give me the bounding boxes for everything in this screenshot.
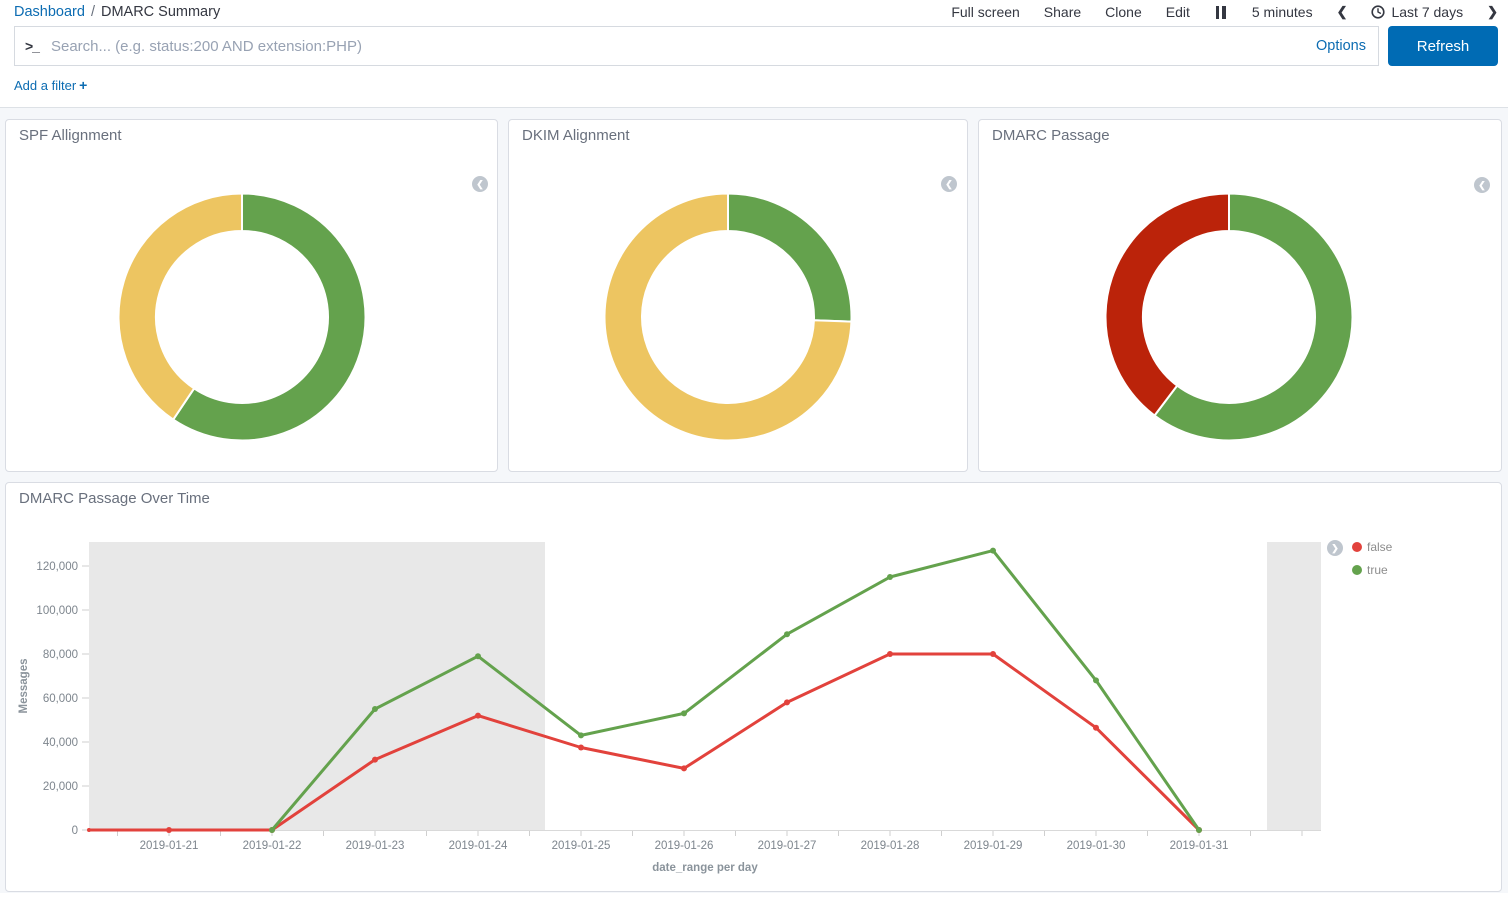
data-point-false[interactable] — [475, 713, 481, 719]
x-tick-label: 2019-01-23 — [346, 840, 405, 852]
legend-toggle-button[interactable]: ❯ — [1327, 540, 1343, 556]
panel-title: DKIM Alignment — [522, 127, 630, 144]
data-point-true[interactable] — [681, 710, 687, 716]
nav-share-button[interactable]: Share — [1044, 4, 1081, 20]
time-range-label: Last 7 days — [1391, 4, 1463, 20]
data-point-true[interactable] — [475, 653, 481, 659]
y-tick-label: 60,000 — [43, 693, 78, 705]
dashboard-grid: SPF Allignment ❮ DKIM Alignment ❮ DMARC … — [0, 107, 1508, 893]
add-filter-link[interactable]: Add a filter+ — [14, 77, 87, 93]
x-tick-label: 2019-01-29 — [964, 840, 1023, 852]
plus-icon: + — [79, 77, 87, 93]
data-point-true[interactable] — [578, 732, 584, 738]
nav-edit-button[interactable]: Edit — [1166, 4, 1190, 20]
legend-toggle-button[interactable]: ❮ — [941, 176, 957, 192]
panel-dkim-alignment: DKIM Alignment ❮ — [508, 119, 968, 472]
data-point-false[interactable] — [372, 757, 378, 763]
data-point-false[interactable] — [681, 765, 687, 771]
data-point-false[interactable] — [1093, 725, 1099, 731]
data-point-false[interactable] — [166, 827, 172, 833]
nav-full-screen-button[interactable]: Full screen — [951, 4, 1019, 20]
legend-toggle-button[interactable]: ❮ — [1474, 177, 1490, 193]
y-tick-label: 0 — [72, 825, 78, 837]
y-tick-label: 80,000 — [43, 649, 78, 661]
nav-clone-button[interactable]: Clone — [1105, 4, 1142, 20]
data-point-false[interactable] — [784, 699, 790, 705]
data-point-true[interactable] — [887, 574, 893, 580]
donut-slice-red[interactable] — [1106, 194, 1230, 416]
x-tick-label: 2019-01-26 — [655, 840, 714, 852]
data-point-true[interactable] — [1196, 827, 1202, 833]
page-title: DMARC Summary — [101, 4, 220, 20]
time-prev-button[interactable]: ❮ — [1337, 4, 1348, 20]
search-input[interactable] — [51, 38, 1316, 55]
legend-toggle-button[interactable]: ❮ — [472, 176, 488, 192]
dkim-donut-chart[interactable] — [603, 192, 853, 442]
y-tick-label: 40,000 — [43, 737, 78, 749]
time-next-button[interactable]: ❯ — [1487, 4, 1498, 20]
endzone-band — [89, 542, 545, 830]
chart-legend: false true — [1352, 540, 1392, 577]
dmarc-donut-chart[interactable] — [1104, 192, 1354, 442]
legend-item-false[interactable]: false — [1352, 540, 1392, 554]
options-link[interactable]: Options — [1316, 38, 1366, 54]
legend-dot-icon — [1352, 542, 1362, 552]
time-range-button[interactable]: Last 7 days — [1371, 4, 1463, 20]
panel-title: SPF Allignment — [19, 127, 122, 144]
x-tick-label: 2019-01-22 — [243, 840, 302, 852]
search-bar: >_ Options — [14, 26, 1379, 66]
filter-bar: Add a filter+ — [0, 68, 1508, 107]
data-point-true[interactable] — [1093, 677, 1099, 683]
data-point-false[interactable] — [887, 651, 893, 657]
panel-spf-alignment: SPF Allignment ❮ — [5, 119, 498, 472]
refresh-button[interactable]: Refresh — [1388, 26, 1498, 66]
spf-donut-chart[interactable] — [117, 192, 367, 442]
panel-dmarc-passage-over-time: DMARC Passage Over Time 020,00040,00060,… — [5, 482, 1502, 892]
y-axis-title: Messages — [18, 659, 30, 714]
donut-slice-green[interactable] — [728, 194, 852, 322]
data-point-false[interactable] — [990, 651, 996, 657]
data-point-false[interactable] — [578, 745, 584, 751]
x-axis-title: date_range per day — [652, 862, 758, 874]
pause-button[interactable] — [1214, 4, 1228, 21]
x-tick-label: 2019-01-21 — [140, 840, 199, 852]
panel-title: DMARC Passage — [992, 127, 1110, 144]
x-tick-label: 2019-01-31 — [1170, 840, 1229, 852]
x-tick-label: 2019-01-27 — [758, 840, 817, 852]
x-tick-label: 2019-01-28 — [861, 840, 920, 852]
y-tick-label: 20,000 — [43, 781, 78, 793]
data-point-true[interactable] — [372, 706, 378, 712]
donut-slice-yellow[interactable] — [119, 194, 242, 420]
breadcrumb: Dashboard / DMARC Summary — [14, 4, 220, 20]
breadcrumb-dashboard-link[interactable]: Dashboard — [14, 4, 85, 20]
data-point-true[interactable] — [784, 631, 790, 637]
breadcrumb-separator: / — [91, 4, 95, 20]
legend-label: false — [1367, 540, 1392, 554]
panel-dmarc-passage: DMARC Passage ❮ — [978, 119, 1502, 472]
x-tick-label: 2019-01-24 — [449, 840, 508, 852]
data-point-true[interactable] — [990, 548, 996, 554]
y-tick-label: 100,000 — [36, 605, 78, 617]
x-tick-label: 2019-01-25 — [552, 840, 611, 852]
data-point-false[interactable] — [87, 828, 91, 832]
data-point-true[interactable] — [269, 827, 275, 833]
terminal-prompt-icon: >_ — [25, 38, 39, 54]
x-tick-label: 2019-01-30 — [1067, 840, 1126, 852]
endzone-band — [1267, 542, 1321, 830]
dmarc-over-time-line-chart[interactable]: 0 20,000 40,000 60,000 80,000 100,000 120,000 2… — [6, 483, 1501, 891]
search-row: >_ Options Refresh — [0, 24, 1508, 68]
refresh-interval-button[interactable]: 5 minutes — [1252, 4, 1313, 20]
legend-dot-icon — [1352, 565, 1362, 575]
y-tick-label: 120,000 — [36, 561, 78, 573]
legend-item-true[interactable]: true — [1352, 563, 1392, 577]
top-nav: Full screen Share Clone Edit 5 minutes ❮ La… — [951, 4, 1498, 21]
legend-label: true — [1367, 563, 1388, 577]
clock-icon — [1371, 5, 1385, 19]
top-bar: Dashboard / DMARC Summary Full screen Sha… — [0, 0, 1508, 24]
